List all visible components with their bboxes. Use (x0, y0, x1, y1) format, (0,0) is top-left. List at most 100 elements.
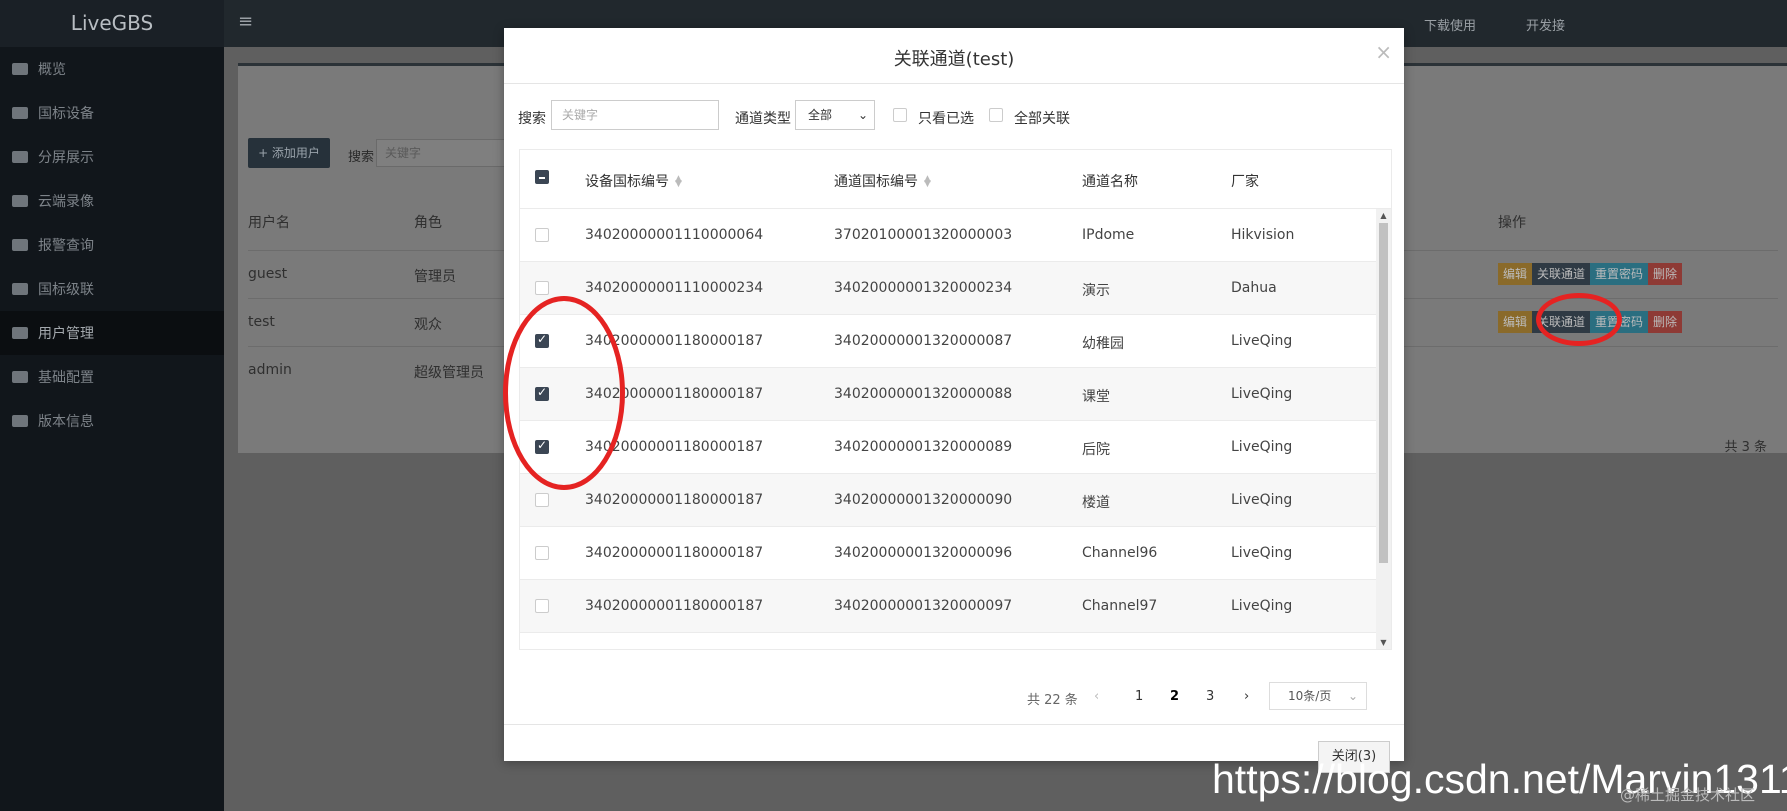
vendor-cell: LiveQing (1231, 439, 1293, 455)
username-cell: admin (248, 362, 292, 378)
column-header-device-id[interactable]: 设备国标编号 ▲ ▼ (585, 171, 682, 191)
sidebar-item[interactable]: 版本信息 (0, 399, 224, 443)
scroll-thumb[interactable] (1379, 223, 1388, 563)
sidebar-item-label: 概览 (38, 62, 66, 78)
associate-all-label[interactable]: 全部关联 (1014, 108, 1070, 128)
sidebar-item[interactable]: 报警查询 (0, 223, 224, 267)
table-row[interactable]: 34020000001110000064 37020100001320000003… (520, 209, 1376, 262)
channel-id-cell: 34020000001320000089 (834, 439, 1013, 455)
associate-channel-button[interactable]: 关联通道 (1532, 263, 1591, 285)
page-1-button[interactable]: 1 (1135, 689, 1143, 704)
table-row[interactable]: 3402000000118000018734020000001320000087… (520, 315, 1376, 368)
channel-id-cell: 37020100001320000003 (834, 227, 1013, 243)
sidebar-item-label: 版本信息 (38, 414, 94, 430)
dialog-title: 关联通道(test) (893, 49, 1015, 70)
table-header: 设备国标编号 ▲ ▼ 通道国标编号 ▲ ▼ 通道名称 厂家 (520, 150, 1391, 209)
download-link[interactable]: 下载使用 (1424, 15, 1476, 34)
chevron-down-icon: ⌄ (857, 108, 868, 122)
device-id-cell: 34020000001180000187 (585, 598, 764, 614)
dialog-header: 关联通道(test) × (504, 28, 1404, 84)
sidebar-item[interactable]: 用户管理 (0, 311, 224, 355)
globe-icon (12, 415, 28, 427)
table-row[interactable]: 3402000000118000018734020000001320000089… (520, 421, 1376, 474)
channel-type-label: 通道类型 (735, 111, 791, 127)
channel-id-cell: 34020000001320000090 (834, 492, 1013, 508)
pagination: 共 22 条 ‹ 1 2 3 › 10条/页 ⌄ (504, 682, 1384, 712)
channel-search-input[interactable]: 关键字 (551, 100, 719, 130)
table-row[interactable]: 3402000000118000018734020000001320000088… (520, 368, 1376, 421)
table-row[interactable]: 34020000001180000187 34020000001320000097… (520, 580, 1376, 633)
page-size-value: 10条/页 (1288, 689, 1332, 703)
table-row[interactable]: 34020000001180000187 34020000001320000096… (520, 527, 1376, 580)
users-icon (12, 327, 28, 339)
table-scrollbar[interactable]: ▲ ▼ (1376, 209, 1391, 649)
row-checkbox[interactable] (535, 599, 549, 613)
dashboard-icon (12, 63, 28, 75)
channel-name-cell: Channel97 (1082, 598, 1158, 614)
channel-name-cell: IPdome (1082, 227, 1135, 243)
page-3-button[interactable]: 3 (1206, 689, 1214, 704)
delete-button[interactable]: 删除 (1648, 263, 1683, 285)
bell-icon (12, 239, 28, 251)
video-camera-icon (12, 107, 28, 119)
annotation-ellipse-checkboxes (503, 296, 625, 490)
dev-docs-link[interactable]: 开发接 (1526, 15, 1565, 34)
device-id-cell: 34020000001110000064 (585, 227, 764, 243)
search-input[interactable]: 关键字 (376, 139, 506, 167)
only-selected-label[interactable]: 只看已选 (918, 108, 974, 128)
cogs-icon (12, 371, 28, 383)
sidebar-item[interactable]: 国标级联 (0, 267, 224, 311)
channel-id-cell: 34020000001320000088 (834, 386, 1013, 402)
row-checkbox[interactable] (535, 228, 549, 242)
channel-name-cell: Channel96 (1082, 545, 1158, 561)
scroll-down-icon[interactable]: ▼ (1376, 638, 1391, 647)
dialog-toolbar: 搜索 关键字 通道类型 全部 ⌄ 只看已选 全部关联 (518, 100, 1388, 132)
sidebar-item[interactable]: 云端录像 (0, 179, 224, 223)
sidebar-item[interactable]: 基础配置 (0, 355, 224, 399)
row-actions: 编辑 关联通道 重置密码 删除 (1498, 263, 1683, 285)
sort-icon: ▲ ▼ (924, 174, 931, 189)
row-checkbox[interactable] (535, 546, 549, 560)
channel-name-cell: 后院 (1082, 442, 1110, 458)
table-total: 共 3 条 (1724, 440, 1767, 455)
next-page-button[interactable]: › (1244, 689, 1249, 704)
vendor-cell: LiveQing (1231, 598, 1293, 614)
row-checkbox[interactable] (535, 281, 549, 295)
page-2-button[interactable]: 2 (1170, 689, 1179, 704)
menu-toggle-icon[interactable]: ≡ (238, 11, 253, 32)
channel-name-cell: 课堂 (1082, 389, 1110, 405)
role-cell: 观众 (414, 317, 442, 333)
sidebar-item[interactable]: 国标设备 (0, 91, 224, 135)
page-size-select[interactable]: 10条/页 ⌄ (1269, 682, 1367, 710)
edit-button[interactable]: 编辑 (1498, 263, 1533, 285)
select-all-checkbox[interactable] (535, 170, 549, 184)
watermark-community: @稀土掘金技术社区 (1620, 786, 1756, 804)
chevron-down-icon: ⌄ (1347, 689, 1358, 703)
table-row[interactable]: 34020000001180000187 34020000001320000090… (520, 474, 1376, 527)
sidebar-item[interactable]: 概览 (0, 47, 224, 91)
annotation-ellipse-associate-button (1536, 293, 1622, 346)
column-header-role[interactable]: 角色 (414, 212, 442, 232)
sidebar-item[interactable]: 分屏展示 (0, 135, 224, 179)
column-header-channel-id[interactable]: 通道国标编号 ▲ ▼ (834, 171, 931, 191)
reset-password-button[interactable]: 重置密码 (1590, 263, 1649, 285)
username-cell: test (248, 314, 275, 330)
edit-button[interactable]: 编辑 (1498, 311, 1533, 333)
channel-id-cell: 34020000001320000087 (834, 333, 1013, 349)
delete-button[interactable]: 删除 (1648, 311, 1683, 333)
device-id-cell: 34020000001110000234 (585, 280, 764, 296)
prev-page-button[interactable]: ‹ (1094, 689, 1099, 704)
row-checkbox[interactable] (535, 493, 549, 507)
column-header-username[interactable]: 用户名 (248, 212, 290, 232)
scroll-up-icon[interactable]: ▲ (1376, 211, 1391, 220)
associate-all-checkbox[interactable] (989, 108, 1003, 122)
vendor-cell: Hikvision (1231, 227, 1295, 243)
sidebar-item-label: 国标级联 (38, 282, 94, 298)
channel-type-select[interactable]: 全部 ⌄ (795, 100, 875, 130)
column-header-vendor: 厂家 (1231, 174, 1259, 190)
close-icon[interactable]: × (1375, 40, 1392, 64)
sidebar-item-label: 分屏展示 (38, 150, 94, 166)
only-selected-checkbox[interactable] (893, 108, 907, 122)
table-row[interactable]: 34020000001110000234 34020000001320000234… (520, 262, 1376, 315)
add-user-button[interactable]: + 添加用户 (248, 138, 330, 168)
